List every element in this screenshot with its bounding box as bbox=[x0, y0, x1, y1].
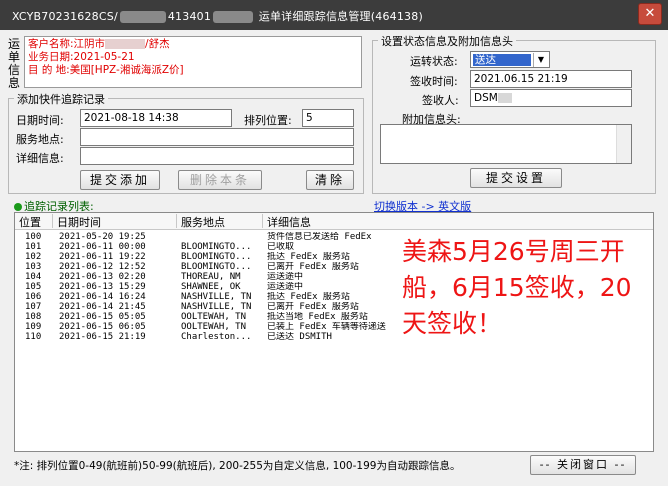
close-window-button[interactable]: -- 关闭窗口 -- bbox=[530, 455, 636, 475]
signtime-label: 签收时间: bbox=[410, 75, 458, 88]
waybill-info-box: 客户名称:江阴市/舒杰 业务日期:2021-05-21 目 的 地:美国[HPZ… bbox=[24, 36, 362, 88]
footnote: *注: 排列位置0-49(航班前)50-99(航班后), 200-255为自定义… bbox=[14, 460, 461, 472]
position-input[interactable]: 5 bbox=[302, 109, 354, 127]
detail-label: 详细信息: bbox=[16, 152, 64, 165]
cell-place: NASHVILLE, TN bbox=[181, 292, 252, 302]
close-icon[interactable]: ✕ bbox=[638, 3, 662, 25]
cell-time: 2021-06-14 21:45 bbox=[59, 302, 146, 312]
cell-place: OOLTEWAH, TN bbox=[181, 322, 247, 332]
date-input[interactable]: 2021-08-18 14:38 bbox=[80, 109, 232, 127]
clear-button[interactable]: 清除 bbox=[306, 170, 354, 190]
signer-input[interactable]: DSM bbox=[470, 89, 632, 107]
cell-pos: 110 bbox=[25, 332, 42, 342]
delete-record-button[interactable]: 删除本条 bbox=[178, 170, 262, 190]
cell-place: SHAWNEE, OK bbox=[181, 282, 241, 292]
column-header-detail[interactable]: 详细信息 bbox=[263, 214, 643, 229]
cell-place: BLOOMINGTO... bbox=[181, 262, 252, 272]
place-label: 服务地点: bbox=[16, 133, 64, 146]
window-title: XCYB70231628CS/413401 运单详细跟踪信息管理(464138) bbox=[12, 10, 423, 23]
submit-add-button[interactable]: 提交添加 bbox=[80, 170, 160, 190]
cell-pos: 109 bbox=[25, 322, 42, 332]
date-label: 日期时间: bbox=[16, 114, 64, 127]
cell-time: 2021-06-15 06:05 bbox=[59, 322, 146, 332]
column-header-pos[interactable]: 位置 bbox=[15, 214, 53, 229]
cell-time: 2021-06-13 15:29 bbox=[59, 282, 146, 292]
green-dot-icon bbox=[14, 203, 22, 211]
cell-time: 2021-06-11 00:00 bbox=[59, 242, 146, 252]
chevron-down-icon[interactable]: ▼ bbox=[533, 53, 548, 67]
destination: 目 的 地:美国[HPZ-湘诚海派Z价] bbox=[28, 64, 184, 76]
customer-name: 客户名称:江阴市 bbox=[28, 38, 106, 50]
signtime-input[interactable]: 2021.06.15 21:19 bbox=[470, 70, 632, 88]
cell-pos: 107 bbox=[25, 302, 42, 312]
cell-pos: 100 bbox=[25, 232, 42, 242]
cell-place: Charleston... bbox=[181, 332, 252, 342]
cell-pos: 106 bbox=[25, 292, 42, 302]
status-label: 运转状态: bbox=[410, 55, 458, 68]
status-select[interactable]: 送达 ▼ bbox=[470, 51, 550, 68]
business-date: 业务日期:2021-05-21 bbox=[28, 51, 135, 63]
cell-pos: 108 bbox=[25, 312, 42, 322]
extra-header-scrollbar[interactable] bbox=[616, 125, 631, 163]
waybill-vertical-label: 运单信息 bbox=[8, 37, 21, 90]
table-header: 位置 日期时间 服务地点 详细信息 bbox=[15, 213, 653, 230]
tracking-window: XCYB70231628CS/413401 运单详细跟踪信息管理(464138)… bbox=[0, 0, 668, 486]
cell-place: BLOOMINGTO... bbox=[181, 252, 252, 262]
detail-input[interactable] bbox=[80, 147, 354, 165]
status-selected-value: 送达 bbox=[473, 54, 531, 66]
add-record-title: 添加快件追踪记录 bbox=[14, 91, 108, 107]
submit-settings-button[interactable]: 提交设置 bbox=[470, 168, 562, 188]
cell-pos: 101 bbox=[25, 242, 42, 252]
cell-time: 2021-06-14 16:24 bbox=[59, 292, 146, 302]
cell-place: OOLTEWAH, TN bbox=[181, 312, 247, 322]
cell-time: 2021-06-11 19:22 bbox=[59, 252, 146, 262]
cell-place: NASHVILLE, TN bbox=[181, 302, 252, 312]
cell-time: 2021-06-15 05:05 bbox=[59, 312, 146, 322]
position-label: 排列位置: bbox=[244, 114, 292, 127]
cell-time: 2021-06-15 21:19 bbox=[59, 332, 146, 342]
cell-place: BLOOMINGTO... bbox=[181, 242, 252, 252]
cell-pos: 103 bbox=[25, 262, 42, 272]
status-group-title: 设置状态信息及附加信息头 bbox=[378, 33, 516, 49]
annotation-overlay: 美森5月26号周三开船，6月15签收，20天签收！ bbox=[402, 237, 632, 338]
cell-pos: 104 bbox=[25, 272, 42, 282]
cell-time: 2021-06-13 02:20 bbox=[59, 272, 146, 282]
column-header-place[interactable]: 服务地点 bbox=[177, 214, 263, 229]
column-header-time[interactable]: 日期时间 bbox=[53, 214, 177, 229]
title-bar: XCYB70231628CS/413401 运单详细跟踪信息管理(464138)… bbox=[0, 0, 668, 30]
cell-pos: 105 bbox=[25, 282, 42, 292]
cell-time: 2021-05-20 19:25 bbox=[59, 232, 146, 242]
cell-place: THOREAU, NM bbox=[181, 272, 241, 282]
cell-pos: 102 bbox=[25, 252, 42, 262]
place-input[interactable] bbox=[80, 128, 354, 146]
cell-time: 2021-06-12 12:52 bbox=[59, 262, 146, 272]
signer-label: 签收人: bbox=[422, 94, 459, 107]
extra-header-input[interactable] bbox=[380, 124, 632, 164]
